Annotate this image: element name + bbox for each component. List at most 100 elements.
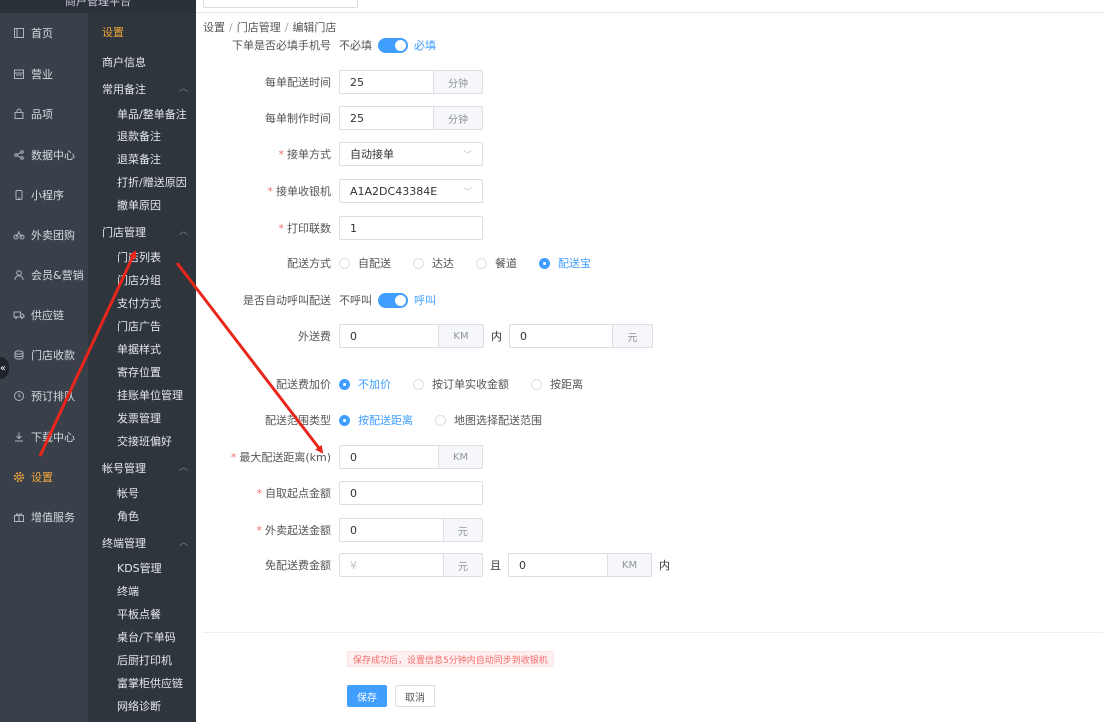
truck-icon — [12, 308, 26, 322]
accept-mode-select[interactable]: 自动接单 ﹀ — [339, 142, 483, 166]
subnav-item[interactable]: KDS管理 — [117, 560, 162, 576]
nav-item-miniapp[interactable]: 小程序 — [0, 185, 88, 205]
subnav-item[interactable]: 单品/整单备注 — [117, 106, 187, 122]
subnav-group-account[interactable]: 帐号管理 ︿ — [102, 460, 188, 476]
subnav-item[interactable]: 寄存位置 — [117, 364, 161, 380]
subnav-item[interactable]: 门店分组 — [117, 272, 161, 288]
subnav-group-notes[interactable]: 常用备注 ︿ — [102, 81, 188, 97]
row-delivery-method: 配送方式 自配送 达达 餐道 配送宝 — [196, 251, 1103, 275]
subnav-item[interactable]: 角色 — [117, 508, 139, 524]
row-phone-required: 下单是否必填手机号 不必填 必填 — [196, 33, 1103, 57]
subnav-item[interactable]: 终端 — [117, 583, 139, 599]
subnav-item[interactable]: 网络诊断 — [117, 698, 161, 714]
subnav-item[interactable]: 挂账单位管理 — [117, 387, 183, 403]
subnav-item[interactable]: 单据样式 — [117, 341, 161, 357]
nav-item-members[interactable]: 会员&营销 — [0, 265, 88, 285]
field-label: * 最大配送距离(km) — [230, 451, 331, 464]
download-icon — [12, 430, 26, 444]
field-label: 每单制作时间 — [265, 112, 331, 125]
subnav-item[interactable]: 交接班偏好 — [117, 433, 172, 449]
top-search-input[interactable] — [203, 0, 358, 8]
free-delivery-distance-input[interactable]: 0 — [508, 553, 608, 577]
radio-no-markup[interactable]: 不加价 — [339, 376, 391, 392]
top-bar: 商户管理平台 — [0, 0, 1103, 13]
subnav-item[interactable]: 桌台/下单码 — [117, 629, 176, 645]
delivery-fee-amount-input[interactable]: 0 — [509, 324, 613, 348]
subnav-item[interactable]: 支付方式 — [117, 295, 161, 311]
phone-required-switch[interactable] — [378, 37, 408, 53]
radio-by-order-amount[interactable]: 按订单实收金额 — [413, 376, 509, 392]
unit-addon: 分钟 — [434, 106, 483, 130]
radio-by-distance-range[interactable]: 按配送距离 — [339, 412, 413, 428]
auto-call-switch[interactable] — [378, 292, 408, 308]
radio-map-range[interactable]: 地图选择配送范围 — [435, 412, 542, 428]
subnav-item[interactable]: 发票管理 — [117, 410, 161, 426]
nav-item-payments[interactable]: 门店收款 — [0, 345, 88, 365]
cancel-button[interactable]: 取消 — [395, 685, 435, 707]
delivery-fee-distance-input[interactable]: 0 — [339, 324, 439, 348]
switch-off-text: 不必填 — [339, 39, 372, 52]
accept-cashier-select[interactable]: A1A2DC43384E ﹀ — [339, 179, 483, 203]
radio-candao[interactable]: 餐道 — [476, 255, 517, 271]
field-label: 配送方式 — [287, 257, 331, 270]
radio-dada[interactable]: 达达 — [413, 255, 454, 271]
subnav-item[interactable]: 平板点餐 — [117, 606, 161, 622]
subnav-item[interactable]: 退款备注 — [117, 128, 161, 144]
row-auto-call: 是否自动呼叫配送 不呼叫 呼叫 — [196, 288, 1103, 312]
nav-item-addons[interactable]: 增值服务 — [0, 507, 88, 527]
free-delivery-amount-input[interactable]: ¥ — [339, 553, 444, 577]
field-label: 免配送费金额 — [265, 559, 331, 572]
subnav-item[interactable]: 后厨打印机 — [117, 652, 172, 668]
delivery-min-input[interactable]: 0 — [339, 518, 444, 542]
row-accept-cashier: * 接单收银机 A1A2DC43384E ﹀ — [196, 179, 1103, 203]
subnav-item[interactable]: 帐号 — [117, 485, 139, 501]
print-copies-input[interactable]: 1 — [339, 216, 483, 240]
subnav-item[interactable]: 打折/赠送原因 — [117, 174, 187, 190]
radio-self-delivery[interactable]: 自配送 — [339, 255, 391, 271]
user-icon — [12, 268, 26, 282]
subnav-item[interactable]: 门店广告 — [117, 318, 161, 334]
coins-icon — [12, 348, 26, 362]
subnav-merchant-info[interactable]: 商户信息 — [102, 54, 146, 70]
pickup-min-input[interactable]: 0 — [339, 481, 483, 505]
subnav-group-store[interactable]: 门店管理 ︿ — [102, 224, 188, 240]
nav-item-supply[interactable]: 供应链 — [0, 305, 88, 325]
subnav-group-terminal[interactable]: 终端管理 ︿ — [102, 535, 188, 551]
unit-addon: 元 — [444, 553, 483, 577]
row-free-delivery: 免配送费金额 ¥ 元 且 0 KM 内 — [196, 553, 1103, 577]
max-distance-input[interactable]: 0 — [339, 445, 439, 469]
radio-peisongbao[interactable]: 配送宝 — [539, 255, 591, 271]
unit-addon: 元 — [613, 324, 653, 348]
nav-label: 营业 — [31, 68, 53, 81]
subnav-item-store-list[interactable]: 门店列表 — [117, 249, 161, 265]
subnav-item[interactable]: 撤单原因 — [117, 197, 161, 213]
row-accept-mode: * 接单方式 自动接单 ﹀ — [196, 142, 1103, 166]
select-value: 自动接单 — [350, 148, 394, 161]
nav-label: 门店收款 — [31, 349, 75, 362]
nav-item-data[interactable]: 数据中心 — [0, 145, 88, 165]
radio-by-distance[interactable]: 按距离 — [531, 376, 583, 392]
radio-dot — [531, 378, 542, 390]
nav-item-download[interactable]: 下载中心 — [0, 427, 88, 447]
switch-off-text: 不呼叫 — [339, 294, 372, 307]
subnav-item[interactable]: 富掌柜供应链 — [117, 675, 183, 691]
save-button[interactable]: 保存 — [347, 685, 387, 707]
chevron-up-icon: ︿ — [178, 227, 188, 237]
field-label: * 自取起点金额 — [256, 487, 332, 500]
clock-icon — [12, 389, 26, 403]
nav-item-home[interactable]: 首页 — [0, 23, 88, 43]
delivery-time-input[interactable]: 25 — [339, 70, 434, 94]
prep-time-input[interactable]: 25 — [339, 106, 434, 130]
unit-addon: KM — [439, 324, 484, 348]
nav-item-booking[interactable]: 预订排队 — [0, 386, 88, 406]
nav-item-products[interactable]: 品项 — [0, 104, 88, 124]
subnav-item[interactable]: 退菜备注 — [117, 151, 161, 167]
row-fee-markup: 配送费加价 不加价 按订单实收金额 按距离 — [196, 372, 1103, 396]
nav-item-delivery[interactable]: 外卖团购 — [0, 225, 88, 245]
nav-item-business[interactable]: 营业 — [0, 64, 88, 84]
brand-title: 商户管理平台 — [0, 0, 196, 13]
nav-label: 品项 — [31, 108, 53, 121]
phone-icon — [12, 188, 26, 202]
radio-dot — [539, 257, 550, 269]
nav-item-settings[interactable]: 设置 — [0, 467, 88, 487]
